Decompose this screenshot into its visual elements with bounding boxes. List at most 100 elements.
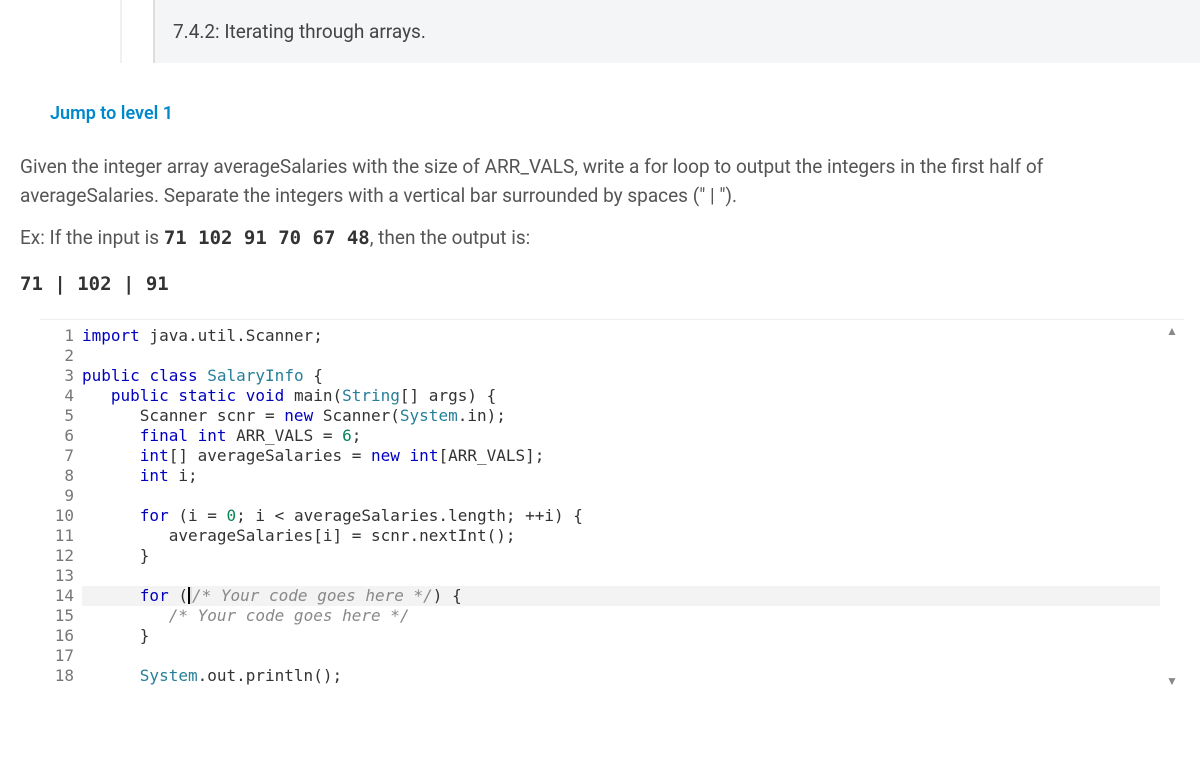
token-type: System xyxy=(400,406,458,425)
token-type: String xyxy=(342,386,400,405)
token: Scanner scnr = xyxy=(82,406,284,425)
token-keyword: int xyxy=(198,426,227,445)
line-number: 2 xyxy=(40,346,74,366)
code-line[interactable]: public static void main(String[] args) { xyxy=(82,386,1160,406)
line-number: 17 xyxy=(40,646,74,666)
jump-to-level-link[interactable]: Jump to level 1 xyxy=(50,103,173,124)
code-editor-inner[interactable]: 1 2 3 4 5 6 7 8 9 10 11 12 13 14 15 16 1… xyxy=(40,320,1160,692)
line-number: 3 xyxy=(40,366,74,386)
code-line[interactable]: int i; xyxy=(82,466,1160,486)
token xyxy=(198,366,208,385)
code-line[interactable]: averageSalaries[i] = scnr.nextInt(); xyxy=(82,526,1160,546)
example-prefix: Ex: If the input is xyxy=(20,226,164,249)
line-number: 9 xyxy=(40,486,74,506)
example-suffix: , then the output is: xyxy=(370,226,531,249)
token xyxy=(82,466,140,485)
header-left-divider xyxy=(120,0,155,63)
line-number: 10 xyxy=(40,506,74,526)
token: [] args) { xyxy=(400,386,496,405)
token xyxy=(82,666,140,685)
token: ) { xyxy=(433,586,462,605)
token-keyword: void xyxy=(246,386,285,405)
token-keyword: new xyxy=(371,446,400,465)
code-line[interactable] xyxy=(82,346,1160,366)
token xyxy=(82,586,140,605)
token-keyword: public xyxy=(82,366,140,385)
token xyxy=(82,446,140,465)
code-line[interactable] xyxy=(82,486,1160,506)
line-number: 5 xyxy=(40,406,74,426)
example-output: 71 | 102 | 91 xyxy=(20,273,1184,295)
line-number: 8 xyxy=(40,466,74,486)
token-keyword: public xyxy=(111,386,169,405)
line-number: 12 xyxy=(40,546,74,566)
token: java.util.Scanner; xyxy=(140,326,323,345)
code-line[interactable] xyxy=(82,646,1160,666)
token-keyword: class xyxy=(149,366,197,385)
scroll-up-icon[interactable]: ▲ xyxy=(1166,324,1178,338)
code-line[interactable]: } xyxy=(82,626,1160,646)
activity-title: 7.4.2: Iterating through arrays. xyxy=(155,0,1200,63)
token-keyword: int xyxy=(410,446,439,465)
line-number: 16 xyxy=(40,626,74,646)
token: ; xyxy=(352,426,362,445)
scroll-indicator: ▲ ▼ xyxy=(1160,320,1184,692)
token xyxy=(236,386,246,405)
token-keyword: for xyxy=(140,586,169,605)
code-line[interactable]: import java.util.Scanner; xyxy=(82,326,1160,346)
token: i; xyxy=(169,466,198,485)
line-number: 14 xyxy=(40,586,74,606)
activity-header: 7.4.2: Iterating through arrays. xyxy=(0,0,1200,63)
example-line: Ex: If the input is 71 102 91 70 67 48, … xyxy=(20,223,1184,253)
token: [ARR_VALS]; xyxy=(438,446,544,465)
token: ARR_VALS = xyxy=(227,426,343,445)
code-line[interactable]: Scanner scnr = new Scanner(System.in); xyxy=(82,406,1160,426)
code-line[interactable]: int[] averageSalaries = new int[ARR_VALS… xyxy=(82,446,1160,466)
code-editor[interactable]: 1 2 3 4 5 6 7 8 9 10 11 12 13 14 15 16 1… xyxy=(40,319,1184,692)
code-line-active[interactable]: for (/* Your code goes here */) { xyxy=(82,586,1160,606)
token-keyword: int xyxy=(140,446,169,465)
token: ; i < averageSalaries.length; ++i) { xyxy=(236,506,583,525)
line-number: 4 xyxy=(40,386,74,406)
code-line[interactable]: public class SalaryInfo { xyxy=(82,366,1160,386)
line-number: 1 xyxy=(40,326,74,346)
token: main( xyxy=(284,386,342,405)
line-number: 6 xyxy=(40,426,74,446)
token-keyword: static xyxy=(178,386,236,405)
token-keyword: for xyxy=(140,506,169,525)
token xyxy=(82,606,169,625)
prompt-paragraph: Given the integer array averageSalaries … xyxy=(20,152,1184,211)
token-comment: /* Your code goes here */ xyxy=(192,586,433,605)
line-number: 15 xyxy=(40,606,74,626)
code-line[interactable]: final int ARR_VALS = 6; xyxy=(82,426,1160,446)
code-line[interactable]: } xyxy=(82,546,1160,566)
code-line[interactable]: System.out.println(); xyxy=(82,666,1160,686)
code-line[interactable] xyxy=(82,566,1160,586)
token: ( xyxy=(169,586,188,605)
token: [] averageSalaries = xyxy=(169,446,371,465)
token: .out.println(); xyxy=(198,666,343,685)
code-line[interactable]: /* Your code goes here */ xyxy=(82,606,1160,626)
token-type: SalaryInfo xyxy=(207,366,303,385)
token-number: 6 xyxy=(342,426,352,445)
token: Scanner( xyxy=(313,406,400,425)
token: .in); xyxy=(458,406,506,425)
token xyxy=(188,426,198,445)
token-keyword: new xyxy=(284,406,313,425)
code-line[interactable]: for (i = 0; i < averageSalaries.length; … xyxy=(82,506,1160,526)
token: { xyxy=(304,366,323,385)
token xyxy=(400,446,410,465)
token: (i = xyxy=(169,506,227,525)
token-comment: /* Your code goes here */ xyxy=(169,606,410,625)
token xyxy=(82,506,140,525)
line-number-gutter: 1 2 3 4 5 6 7 8 9 10 11 12 13 14 15 16 1… xyxy=(40,320,82,692)
line-number: 18 xyxy=(40,666,74,686)
line-number: 11 xyxy=(40,526,74,546)
scroll-down-icon[interactable]: ▼ xyxy=(1166,674,1178,688)
token xyxy=(169,386,179,405)
code-body[interactable]: import java.util.Scanner; public class S… xyxy=(82,320,1160,692)
token xyxy=(140,366,150,385)
token xyxy=(82,386,111,405)
token-number: 0 xyxy=(227,506,237,525)
line-number: 13 xyxy=(40,566,74,586)
